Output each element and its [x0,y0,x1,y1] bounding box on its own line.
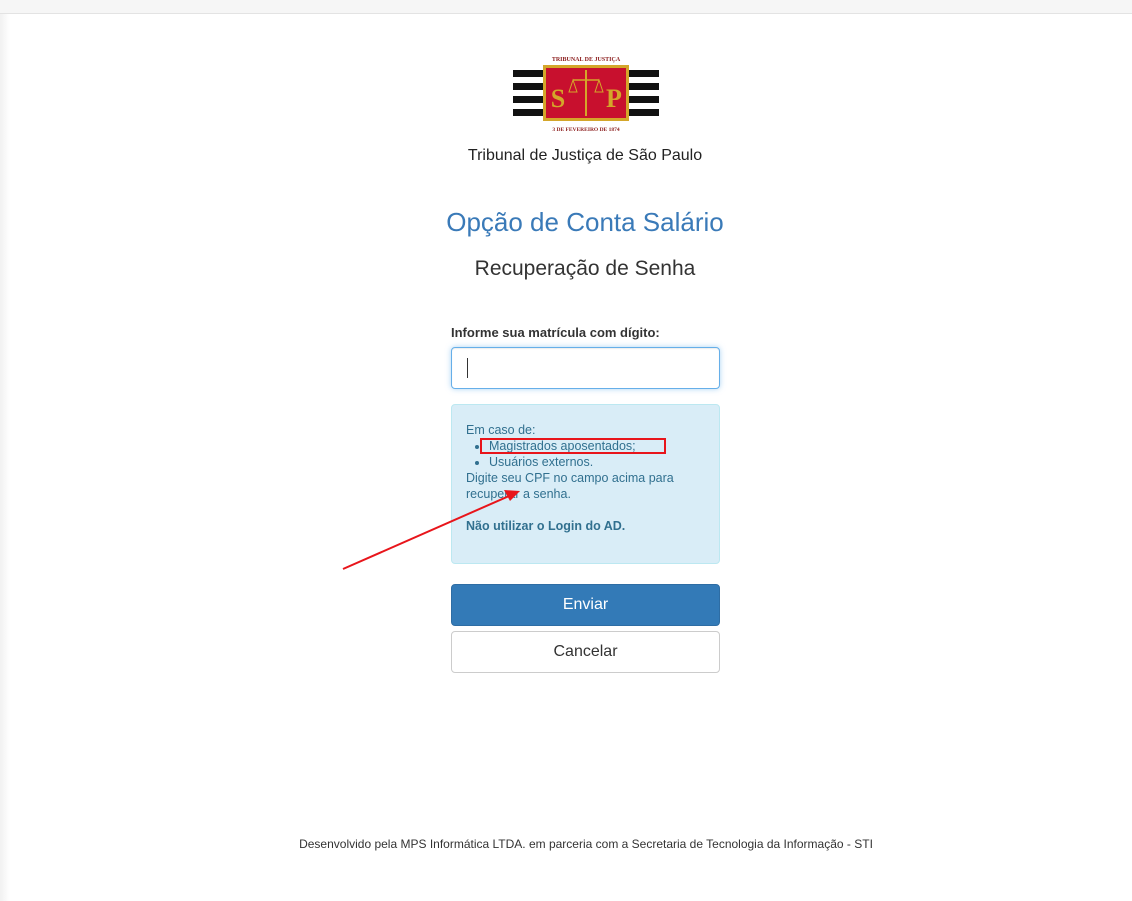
logo-top-text: TRIBUNAL DE JUSTIÇA [552,57,621,63]
logo-bottom-text: 3 DE FEVEREIRO DE 1874 [552,127,619,133]
registration-input[interactable] [451,347,720,389]
info-warning: Não utilizar o Login do AD. [466,519,626,533]
text-caret [467,358,468,378]
submit-button[interactable]: Enviar [451,584,720,626]
footer-credits: Desenvolvido pela MPS Informática LTDA. … [299,837,873,851]
tjsp-logo: TRIBUNAL DE JUSTIÇA S P 3 DE FEVEREIRO D… [513,57,659,133]
browser-top-bar [0,0,1132,14]
info-intro: Em caso de: [466,423,536,437]
info-instruction: Digite seu CPF no campo acima para recup… [466,471,674,501]
info-item-retired-magistrates: Magistrados aposentados; [489,438,705,454]
cancel-button[interactable]: Cancelar [451,631,720,673]
info-list: Magistrados aposentados; Usuários extern… [466,438,705,470]
page-title: Opção de Conta Salário [446,207,724,237]
court-name: Tribunal de Justiça de São Paulo [467,147,703,164]
registration-label: Informe sua matrícula com dígito: [451,325,660,340]
logo-letter-p: P [606,84,622,113]
info-item-external-users: Usuários externos. [489,454,705,470]
info-alert: Em caso de: Magistrados aposentados; Usu… [451,404,720,564]
page-subtitle: Recuperação de Senha [474,257,696,280]
logo-letter-s: S [551,84,565,113]
